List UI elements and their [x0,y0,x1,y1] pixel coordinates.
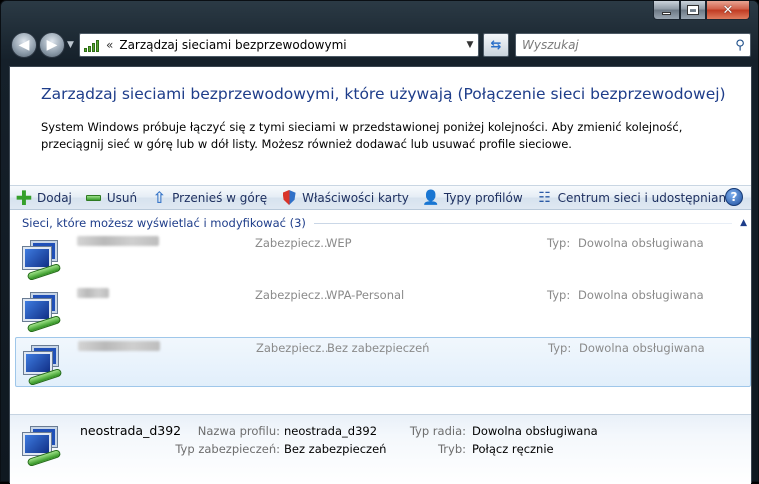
chevron-down-icon: ▼ [466,40,474,50]
arrow-up-icon: ⇧ [152,188,166,207]
maximize-icon [687,5,699,15]
breadcrumb-overflow[interactable]: « [106,38,113,52]
address-bar[interactable]: « Zarządzaj sieciami bezprzewodowymi ▼ [79,33,479,57]
forward-arrow-icon: ▶ [46,37,58,53]
group-header[interactable]: Sieci, które możesz wyświetlać i modyfik… [22,215,747,231]
move-up-label: Przenieś w górę [172,190,268,205]
adapter-properties-button[interactable]: Właściwości karty [280,187,409,209]
type-label: Typ: [547,236,571,250]
remove-label: Usuń [106,190,138,205]
chevron-up-icon[interactable]: ▲ [740,218,747,228]
maximize-button[interactable] [680,1,706,20]
shield-icon [280,189,298,207]
minimize-button[interactable] [653,1,680,20]
network-computer-icon [21,292,69,334]
adapter-properties-label: Właściwości karty [302,190,409,205]
radio-type-label: Typ radia: [409,424,466,438]
chevron-down-icon: ▼ [67,40,74,50]
type-value: Dowolna obsługiwana [578,236,704,250]
content-pane: Zarządzaj sieciami bezprzewodowymi, któr… [9,66,752,484]
network-list-item[interactable]: Zabezpiecz... WPA-Personal Typ: Dowolna … [15,285,751,335]
move-up-button[interactable]: ⇧ Przenieś w górę [150,187,267,209]
network-center-button[interactable]: ☷ Centrum sieci i udostępniania [536,187,737,209]
network-icon: ☷ [538,189,551,206]
group-divider [313,222,733,224]
page-title: Zarządzaj sieciami bezprzewodowymi, któr… [41,85,726,103]
address-dropdown[interactable]: ▼ [462,40,478,50]
network-name-redacted [77,236,159,246]
mode-label: Tryb: [437,442,466,456]
refresh-button[interactable]: ⇆ [483,33,509,57]
breadcrumb-current[interactable]: Zarządzaj sieciami bezprzewodowymi [119,38,462,52]
network-name-redacted [78,341,160,351]
recent-pages-dropdown[interactable]: ▼ [67,40,74,50]
help-button[interactable]: ? [725,188,743,206]
network-name-redacted [77,288,109,298]
forward-button[interactable]: ▶ [39,32,65,58]
type-label: Typ: [548,341,572,355]
window: ✕ ◀ ▶ ▼ « Zarządzaj sieciami bezprzewodo… [0,0,759,484]
search-box: ⚲ [515,33,751,57]
refresh-icon: ⇆ [490,37,502,53]
type-value: Dowolna obsługiwana [579,341,705,355]
radio-type-value: Dowolna obsługiwana [472,424,598,438]
type-label: Typ: [547,288,571,302]
security-type-label: Typ zabezpieczeń: [175,442,280,456]
network-computer-icon [21,426,69,468]
search-input[interactable] [522,38,730,52]
search-icon[interactable]: ⚲ [730,38,750,53]
remove-button[interactable]: Usuń [85,187,137,209]
remove-icon [85,189,103,207]
back-button[interactable]: ◀ [11,32,37,58]
security-label: Zabezpiecz... [256,341,333,355]
network-computer-icon [21,240,69,282]
security-type-value: Bez zabezpieczeń [284,442,387,456]
page-description: System Windows próbuje łączyć się z tymi… [41,120,683,151]
add-icon: ✚ [15,185,33,210]
command-bar: ✚ Dodaj Usuń ⇧ Przenieś w górę Właściwoś… [10,185,751,210]
close-icon: ✕ [722,2,734,18]
user-icon: 👤 [422,189,440,206]
security-label: Zabezpiecz... [255,288,332,302]
profile-name-label: Nazwa profilu: [197,424,280,438]
minimize-icon [662,11,671,15]
network-list-item[interactable]: Zabezpiecz... WEP Typ: Dowolna obsługiwa… [15,233,751,283]
type-value: Dowolna obsługiwana [578,288,704,302]
back-arrow-icon: ◀ [18,37,30,53]
security-value: Bez zabezpieczeń [327,341,430,355]
profile-types-button[interactable]: 👤 Typy profilów [422,187,523,209]
mode-value: Połącz ręcznie [472,442,554,456]
add-button[interactable]: ✚ Dodaj [15,187,72,209]
security-value: WPA-Personal [326,288,405,302]
help-icon: ? [730,190,738,204]
profile-name-value: neostrada_d392 [284,424,378,438]
security-value: WEP [326,236,352,250]
add-label: Dodaj [37,190,72,205]
network-list-item-selected[interactable]: Zabezpiecz... Bez zabezpieczeń Typ: Dowo… [15,337,751,387]
group-label: Sieci, które możesz wyświetlać i modyfik… [22,216,306,230]
caption-buttons: ✕ [653,1,750,20]
network-computer-icon [22,345,70,387]
network-center-label: Centrum sieci i udostępniania [557,190,737,205]
profile-types-label: Typy profilów [443,190,523,205]
close-button[interactable]: ✕ [706,1,750,20]
security-label: Zabezpiecz... [255,236,332,250]
details-pane: neostrada_d392 Nazwa profilu: neostrada_… [10,414,751,484]
navigation-bar: ◀ ▶ ▼ « Zarządzaj sieciami bezprzewodowy… [9,31,751,59]
wireless-signal-icon [84,38,102,52]
